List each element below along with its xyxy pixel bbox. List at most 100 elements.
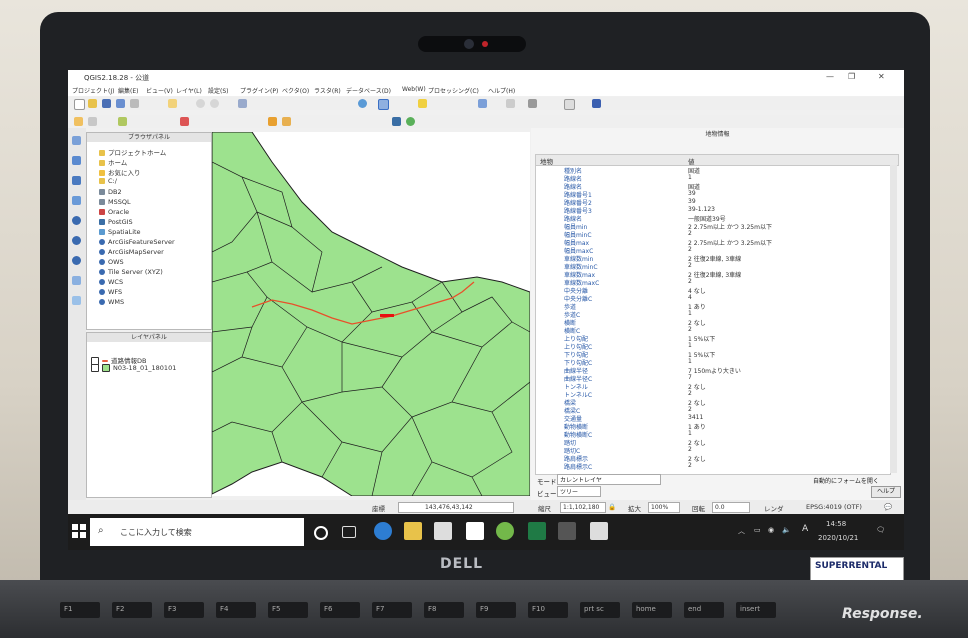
volume-icon[interactable]: 🔈 xyxy=(782,526,791,534)
identify-row[interactable]: 車線数min 2 往復2車線, 3車線 xyxy=(536,254,890,263)
add-vector-layer-icon[interactable] xyxy=(72,136,81,145)
network-icon[interactable]: ◉ xyxy=(768,526,774,534)
menu-plugins[interactable]: プラグイン(P) xyxy=(240,86,278,95)
browser-item[interactable]: WCS xyxy=(99,278,123,286)
menu-help[interactable]: ヘルプ(H) xyxy=(488,86,515,95)
help-icon[interactable] xyxy=(592,99,601,108)
lock-icon[interactable]: 🔒 xyxy=(608,503,616,511)
zoom-in-icon[interactable] xyxy=(196,99,205,108)
browser-item[interactable]: ArcGisFeatureServer xyxy=(99,238,175,246)
ime-indicator[interactable]: A xyxy=(802,524,808,534)
checkbox-icon[interactable] xyxy=(91,364,99,372)
identify-row[interactable]: 踏切C 2 xyxy=(536,446,890,455)
identify-row[interactable]: 路線番号3 39-1.123 xyxy=(536,206,890,215)
zoom-field[interactable]: 100% xyxy=(648,502,680,513)
add-wcs-icon[interactable] xyxy=(72,236,81,245)
identify-row[interactable]: 路線名 1 xyxy=(536,174,890,183)
identify-row[interactable]: 交通量 3411 xyxy=(536,414,890,423)
identify-row[interactable]: 曲線半径C 7 xyxy=(536,374,890,383)
browser-item[interactable]: Tile Server (XYZ) xyxy=(99,268,163,276)
add-raster-layer-icon[interactable] xyxy=(72,156,81,165)
add-delimited-text-icon[interactable] xyxy=(72,276,81,285)
clock-time[interactable]: 14:58 xyxy=(826,520,846,528)
browser-item[interactable]: MSSQL xyxy=(99,198,131,206)
browser-item[interactable]: OWS xyxy=(99,258,124,266)
menu-vector[interactable]: ベクタ(O) xyxy=(282,86,309,95)
mail-icon[interactable] xyxy=(466,522,484,540)
edge-icon[interactable] xyxy=(374,522,392,540)
browser-item[interactable]: Oracle xyxy=(99,208,129,216)
qgis-taskbar-icon[interactable] xyxy=(496,522,514,540)
python-icon[interactable] xyxy=(392,117,401,126)
new-project-icon[interactable] xyxy=(74,99,85,110)
identify-row[interactable]: 中央分離C 4 xyxy=(536,294,890,303)
identify-row[interactable]: 路線名 国道 xyxy=(536,182,890,191)
identify-row[interactable]: 車線数max 2 往復2車線, 3車線 xyxy=(536,270,890,279)
menu-database[interactable]: データベース(D) xyxy=(346,86,391,95)
identify-row[interactable]: 路線番号1 39 xyxy=(536,190,890,199)
menu-view[interactable]: ビュー(V) xyxy=(146,86,173,95)
edit-pencil-icon[interactable] xyxy=(74,117,83,126)
browser-item[interactable]: PostGIS xyxy=(99,218,133,226)
identify-row[interactable]: 幅員maxC 2 xyxy=(536,246,890,255)
battery-icon[interactable]: ▭ xyxy=(754,526,761,534)
add-postgis-icon[interactable] xyxy=(72,176,81,185)
identify-row[interactable]: 下り勾配 1 5%以下 xyxy=(536,350,890,359)
label-pin-icon[interactable] xyxy=(282,117,291,126)
browser-item[interactable]: ホーム xyxy=(99,157,127,167)
identify-icon[interactable] xyxy=(378,99,389,110)
identify-row[interactable]: 路線名 一般国道39号 xyxy=(536,214,890,223)
browser-item[interactable]: ArcGisMapServer xyxy=(99,248,164,256)
pan-icon[interactable] xyxy=(168,99,177,108)
file-explorer-icon[interactable] xyxy=(404,522,422,540)
new-layer-icon[interactable] xyxy=(72,296,81,305)
add-wfs-icon[interactable] xyxy=(72,256,81,265)
maximize-button[interactable]: ❐ xyxy=(848,72,855,81)
browser-item[interactable]: SpatiaLite xyxy=(99,228,141,236)
identify-row[interactable]: 種別名 国道 xyxy=(536,166,890,175)
scale-field[interactable]: 1:1,102,180 xyxy=(560,502,606,513)
browser-item[interactable]: C:/ xyxy=(99,177,117,185)
delete-feature-icon[interactable] xyxy=(180,117,189,126)
identify-row[interactable]: 歩道 1 あり xyxy=(536,302,890,311)
close-button[interactable]: ✕ xyxy=(878,72,885,81)
identify-row[interactable]: 曲線半径 7 150mより大きい xyxy=(536,366,890,375)
messages-icon[interactable]: 💬 xyxy=(884,503,892,511)
help-button[interactable]: ヘルプ xyxy=(871,486,901,498)
identify-row[interactable]: 幅員min 2 2.75m以上 かつ 3.25m以下 xyxy=(536,222,890,231)
identify-row[interactable]: 路線番号2 39 xyxy=(536,198,890,207)
select-icon[interactable] xyxy=(418,99,427,108)
annotation-icon[interactable] xyxy=(564,99,575,110)
print-layout-icon[interactable] xyxy=(130,99,139,108)
identify-row[interactable]: 車線数minC 2 xyxy=(536,262,890,271)
identify-row[interactable]: 横断C 2 xyxy=(536,326,890,335)
refresh-icon[interactable] xyxy=(358,99,367,108)
identify-row[interactable]: 路肩標示 2 なし xyxy=(536,454,890,463)
open-project-icon[interactable] xyxy=(88,99,97,108)
video-editor-icon[interactable] xyxy=(590,522,608,540)
map-canvas[interactable] xyxy=(212,132,530,496)
add-feature-icon[interactable] xyxy=(118,117,127,126)
menu-raster[interactable]: ラスタ(R) xyxy=(314,86,341,95)
attribute-table-icon[interactable] xyxy=(478,99,487,108)
menu-processing[interactable]: プロセッシング(C) xyxy=(428,86,479,95)
clock-date[interactable]: 2020/10/21 xyxy=(818,534,858,542)
identify-row[interactable]: 歩道C 1 xyxy=(536,310,890,319)
identify-row[interactable]: 上り勾配 1 5%以下 xyxy=(536,334,890,343)
render-checkbox[interactable]: レンダ xyxy=(764,503,784,513)
measure-icon[interactable] xyxy=(528,99,537,108)
identify-row[interactable]: 路肩標示C 2 xyxy=(536,462,890,471)
add-spatialite-icon[interactable] xyxy=(72,196,81,205)
identify-rows[interactable]: 種別名 国道 路線名 1 路線名 国道 路線番号1 39 路線番号2 39 路線番号3 39-1.12… xyxy=(535,165,891,475)
menu-settings[interactable]: 設定(S) xyxy=(208,86,229,95)
rotate-field[interactable]: 0.0 xyxy=(712,502,750,513)
menu-layer[interactable]: レイヤ(L) xyxy=(176,86,202,95)
terminal-icon[interactable] xyxy=(558,522,576,540)
browser-item[interactable]: プロジェクトホーム xyxy=(99,147,166,157)
identify-row[interactable]: 下り勾配C 1 xyxy=(536,358,890,367)
label-icon[interactable] xyxy=(268,117,277,126)
identify-scrollbar[interactable] xyxy=(890,165,897,473)
notification-icon[interactable]: 🗨 xyxy=(876,526,885,534)
identify-row[interactable]: 車線数maxC 2 xyxy=(536,278,890,287)
identify-row[interactable]: 中央分離 4 なし xyxy=(536,286,890,295)
